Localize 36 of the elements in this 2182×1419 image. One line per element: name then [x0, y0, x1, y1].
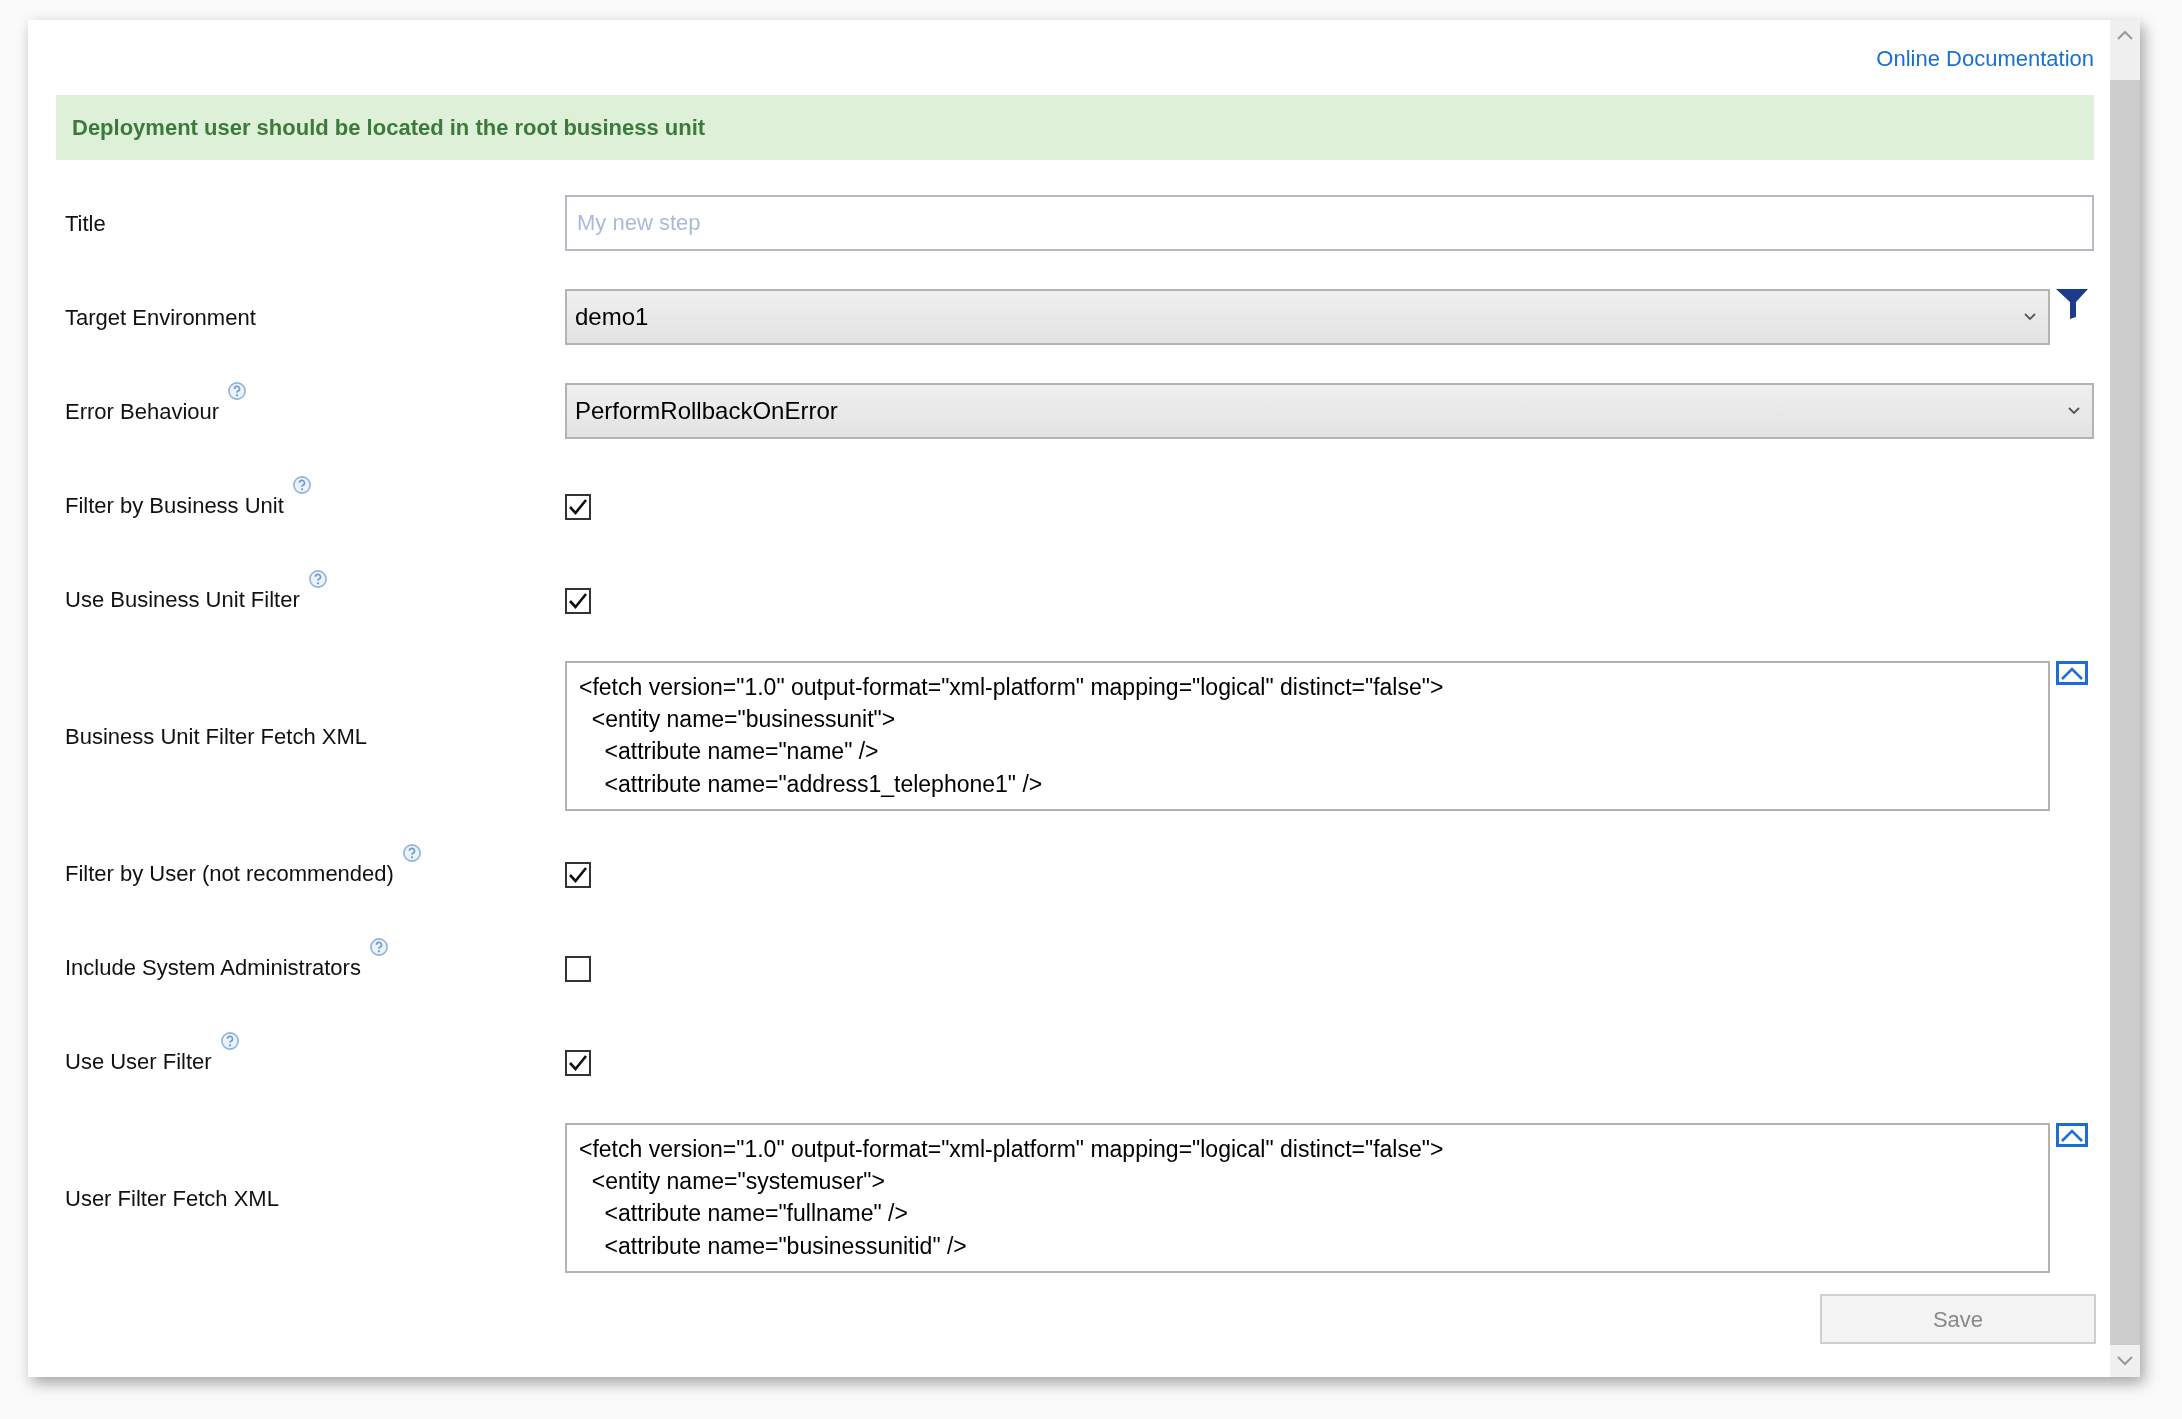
dropdown[interactable]: PerformRollbackOnError — [565, 383, 2094, 439]
collapse-icon[interactable] — [2056, 661, 2088, 685]
scroll-up-icon[interactable] — [2117, 30, 2133, 40]
title-input[interactable]: My new step — [565, 195, 2094, 251]
field-label: User Filter Fetch XML — [65, 1184, 279, 1213]
caret-icon — [2024, 313, 2036, 321]
caret-icon — [2068, 407, 2080, 415]
help-icon[interactable] — [401, 842, 422, 863]
help-icon[interactable] — [291, 474, 312, 495]
xml-text-area[interactable]: <fetch version="1.0" output-format="xml-platform" mapping="logical" distinct="false"> <entity name="businessunit"> <attribute name="name" /> <attribute name="address1_telephone1" /> — [565, 661, 2050, 811]
field-label: Business Unit Filter Fetch XML — [65, 722, 367, 751]
info-banner: Deployment user should be located in the root business unit — [56, 95, 2094, 160]
collapse-icon[interactable] — [2056, 1123, 2088, 1147]
xml-text-area[interactable]: <fetch version="1.0" output-format="xml-platform" mapping="logical" distinct="false"> <entity name="systemuser"> <attribute name="fullname" /> <attribute name="businessunitid" /> — [565, 1123, 2050, 1273]
field-label: Error Behaviour — [65, 397, 220, 426]
help-icon[interactable] — [219, 1030, 240, 1051]
dropdown[interactable]: demo1 — [565, 289, 2050, 345]
scrollbar[interactable] — [2110, 20, 2140, 1377]
help-icon[interactable] — [368, 936, 389, 957]
field-label: Use User Filter — [65, 1047, 212, 1076]
filter-icon[interactable] — [2056, 289, 2088, 319]
online-documentation-link[interactable]: Online Documentation — [1876, 42, 2094, 75]
checkbox[interactable] — [565, 956, 591, 982]
scroll-down-icon[interactable] — [2117, 1356, 2133, 1366]
field-label: Filter by User (not recommended) — [65, 859, 394, 888]
field-label: Include System Administrators — [65, 953, 361, 982]
checkbox[interactable] — [565, 1050, 591, 1076]
field-label: Target Environment — [65, 303, 256, 332]
field-label: Title — [65, 209, 106, 238]
help-icon[interactable] — [227, 380, 248, 401]
checkbox[interactable] — [565, 588, 591, 614]
help-icon[interactable] — [307, 568, 328, 589]
field-label: Use Business Unit Filter — [65, 585, 300, 614]
field-label: Filter by Business Unit — [65, 491, 284, 520]
checkbox[interactable] — [565, 494, 591, 520]
checkbox[interactable] — [565, 862, 591, 888]
